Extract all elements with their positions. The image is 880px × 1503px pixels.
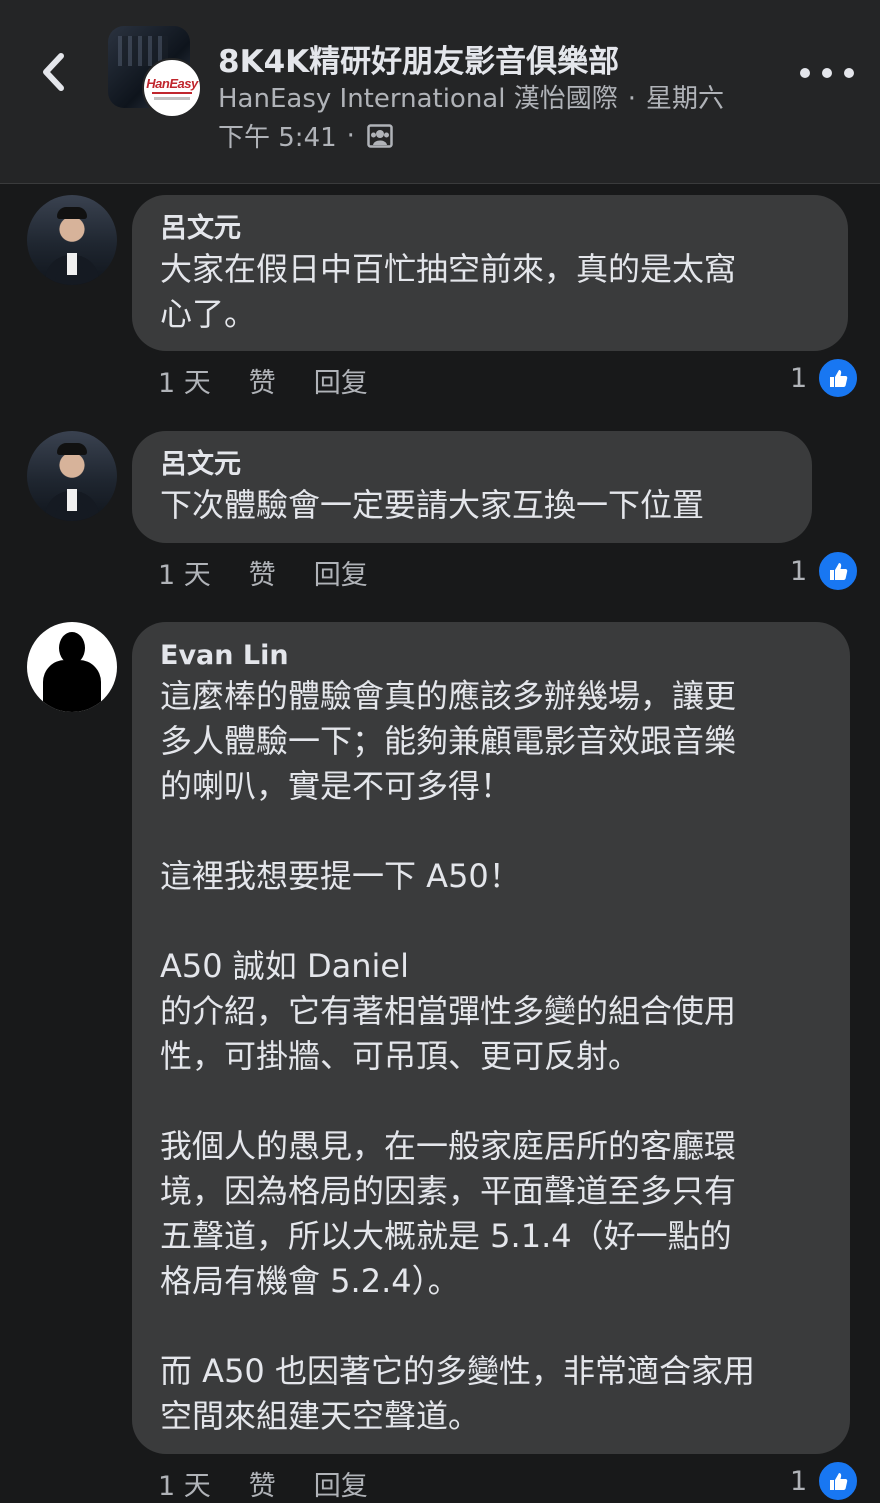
comment-time[interactable]: 1 天 [158, 1464, 211, 1503]
more-dots-icon [800, 68, 810, 78]
post-header: HanEasy 8K4K精研好朋友影音俱樂部 HanEasy Internati… [0, 0, 880, 184]
page-avatar[interactable]: HanEasy [142, 58, 202, 118]
group-name[interactable]: 8K4K精研好朋友影音俱樂部 [218, 36, 619, 81]
comment-bubble: 呂文元 下次體驗會一定要請大家互換一下位置 [132, 431, 812, 543]
comment-actions: 1 天 赞 回复 [158, 553, 406, 592]
comment-time[interactable]: 1 天 [158, 553, 211, 592]
comment-text: 大家在假日中百忙抽空前來，真的是太窩 心了。 [160, 250, 737, 333]
post-time-line: 下午 5:41 · [218, 117, 393, 154]
avatar[interactable] [27, 622, 117, 712]
reply-button[interactable]: 回复 [314, 553, 368, 592]
like-count[interactable]: 1 [790, 357, 860, 399]
comment-bubble: Evan Lin 這麼棒的體驗會真的應該多辦幾場，讓更 多人體驗一下；能夠兼顧電… [132, 622, 850, 1454]
like-button[interactable]: 赞 [249, 1464, 276, 1503]
thumbs-up-icon [817, 550, 860, 592]
avatar[interactable] [27, 195, 117, 285]
thumbs-up-icon [817, 357, 860, 399]
avatar[interactable] [27, 431, 117, 521]
comment-text: 下次體驗會一定要請大家互換一下位置 [160, 486, 705, 524]
comment-actions: 1 天 赞 回复 [158, 361, 406, 400]
group-privacy-icon [367, 123, 393, 148]
chevron-left-icon [43, 53, 64, 91]
comment-actions: 1 天 赞 回复 [158, 1464, 406, 1503]
comment-text: 這麼棒的體驗會真的應該多辦幾場，讓更 多人體驗一下；能夠兼顧電影音效跟音樂 的喇… [160, 677, 755, 1435]
comment-author[interactable]: Evan Lin [160, 640, 822, 672]
post-meta-line: HanEasy International 漢怡國際 · 星期六 [218, 84, 725, 114]
back-button[interactable] [30, 46, 80, 98]
like-count-number: 1 [790, 555, 808, 587]
comment-bubble: 呂文元 大家在假日中百忙抽空前來，真的是太窩 心了。 [132, 195, 848, 351]
post-time[interactable]: 下午 5:41 [218, 117, 337, 154]
like-button[interactable]: 赞 [249, 553, 276, 592]
like-count-number: 1 [790, 362, 808, 394]
more-options-button[interactable] [800, 58, 854, 88]
page-name[interactable]: HanEasy International 漢怡國際 [218, 84, 618, 114]
reply-button[interactable]: 回复 [314, 361, 368, 400]
post-day: 星期六 [646, 84, 725, 114]
comment-author[interactable]: 呂文元 [160, 213, 820, 245]
reply-button[interactable]: 回复 [314, 1464, 368, 1503]
like-count[interactable]: 1 [790, 1460, 860, 1502]
like-count-number: 1 [790, 1465, 808, 1497]
haneasy-logo: HanEasy [146, 76, 198, 91]
like-count[interactable]: 1 [790, 550, 860, 592]
comment-time[interactable]: 1 天 [158, 361, 211, 400]
comment-author[interactable]: 呂文元 [160, 449, 784, 481]
thumbs-up-icon [817, 1460, 860, 1502]
like-button[interactable]: 赞 [249, 361, 276, 400]
